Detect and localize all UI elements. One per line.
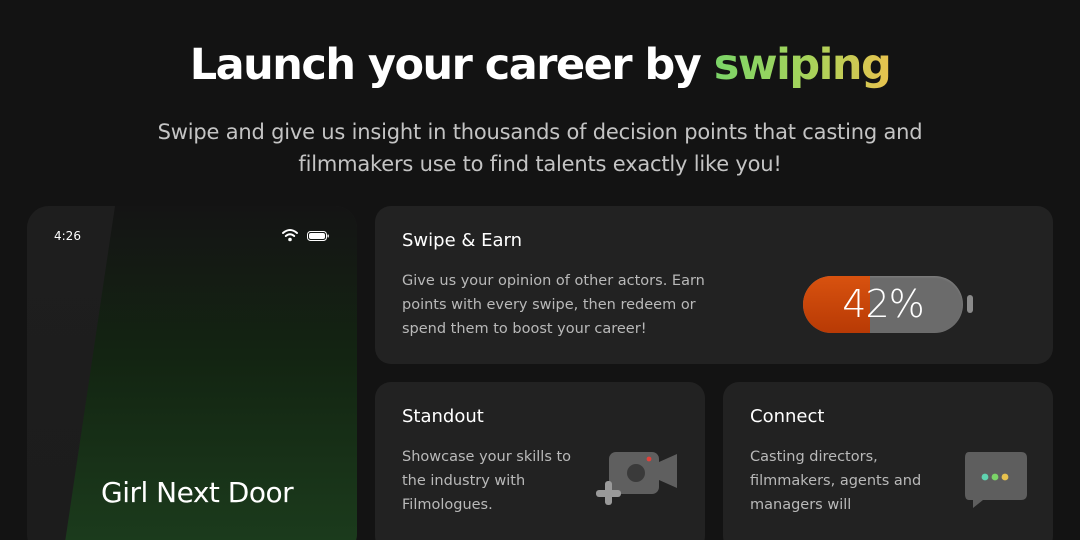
landing-page: Launch your career by swiping Swipe and … bbox=[0, 0, 1080, 540]
meter-nub bbox=[967, 295, 973, 313]
hero-title-accent: swiping bbox=[713, 40, 892, 90]
standout-card: Standout Showcase your skills to the ind… bbox=[375, 382, 705, 540]
swipe-earn-body: Give us your opinion of other actors. Ea… bbox=[402, 273, 705, 337]
wifi-icon bbox=[282, 229, 298, 242]
meter-value: 42% bbox=[842, 282, 924, 326]
standout-body: Showcase your skills to the industry wit… bbox=[402, 449, 572, 513]
chat-bubble-icon bbox=[965, 452, 1027, 508]
hero-title: Launch your career by swiping bbox=[0, 40, 1080, 90]
status-time: 4:26 bbox=[54, 229, 81, 243]
battery-icon bbox=[307, 231, 329, 241]
hero-title-prefix: Launch your career by bbox=[189, 40, 714, 90]
standout-title: Standout bbox=[402, 406, 484, 427]
hero-subtitle: Swipe and give us insight in thousands o… bbox=[157, 120, 923, 176]
connect-body: Casting directors, filmmakers, agents an… bbox=[750, 449, 922, 513]
points-battery-meter: 42% bbox=[803, 276, 963, 333]
connect-card: Connect Casting directors, filmmakers, a… bbox=[723, 382, 1053, 540]
connect-title: Connect bbox=[750, 406, 825, 427]
phone-mockup[interactable]: 4:26 Girl Next Door bbox=[27, 206, 357, 540]
video-camera-add-icon bbox=[596, 452, 677, 505]
swipe-earn-card: Swipe & Earn Give us your opinion of oth… bbox=[375, 206, 1053, 364]
profile-caption: Girl Next Door bbox=[101, 476, 294, 509]
swipe-earn-title: Swipe & Earn bbox=[402, 230, 523, 251]
